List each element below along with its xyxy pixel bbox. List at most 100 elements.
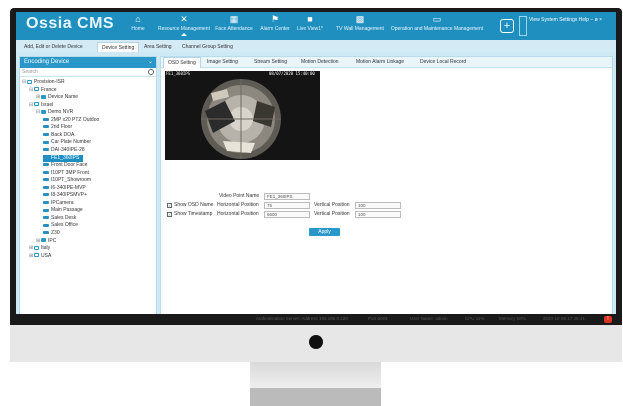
tree-node[interactable]: I10PT_Showroom <box>43 177 91 184</box>
camera-icon <box>43 170 49 174</box>
tree-node-label: FE1_360IPS <box>51 154 80 161</box>
tree-node-label: I10PT_Showroom <box>51 177 92 184</box>
subtab-motion-alarm-linkage[interactable]: Motion Alarm Linkage <box>352 57 408 68</box>
nav-resource-management[interactable]: ✕ Resource Management <box>156 15 212 36</box>
tree-node-label: IPC <box>48 237 57 244</box>
osd-horizontal-field[interactable]: 75 <box>264 202 310 209</box>
tree-node-label: Demo NVR <box>48 109 74 116</box>
search-icon[interactable] <box>148 69 154 75</box>
tree-node[interactable]: ⊟ Provision-ISR <box>22 79 65 86</box>
top-separator <box>519 16 527 36</box>
panel-header: Encoding Device ⌄ <box>20 57 156 68</box>
tree-node-label: DAI-340IPE-28 <box>51 146 85 153</box>
subtab-image-setting[interactable]: Image Setting <box>203 57 242 68</box>
tree-node[interactable]: Z30 <box>43 230 60 237</box>
tree-node[interactable]: I6-340IPE-MVP <box>43 185 86 192</box>
nav-face-attendance[interactable]: ▦ Face Attendance <box>213 15 255 33</box>
tree-node[interactable]: ⊟ France <box>29 87 57 94</box>
app-screen: Ossia CMS ⌂ Home ✕ Resource Management ▦… <box>16 12 616 325</box>
add-view-button[interactable]: + <box>500 19 514 33</box>
tree-node[interactable]: 2nd Floor <box>43 124 72 131</box>
subtab-stream-setting[interactable]: Stream Setting <box>250 57 291 68</box>
tab-device-setting[interactable]: Device Setting <box>97 42 140 52</box>
camera-icon <box>43 155 49 159</box>
tab-channel-group-setting[interactable]: Channel Group Setting <box>178 42 237 52</box>
tab-area-setting[interactable]: Area Setting <box>140 42 176 52</box>
tree-node[interactable]: ⊞ Device Name <box>36 94 78 101</box>
tree-node[interactable]: Sales Desk <box>43 215 76 222</box>
show-timestamp-checkbox[interactable]: ✓ <box>167 212 172 217</box>
subtab-device-local-record[interactable]: Device Local Record <box>416 57 470 68</box>
status-cpu: CPU 11% <box>465 316 485 321</box>
tree-node-label: 2nd Floor <box>51 124 73 131</box>
tree-node[interactable]: I10PT 3MP Front <box>43 170 89 177</box>
tree-node[interactable]: ⊟ Demo NVR <box>36 109 73 116</box>
grid-icon: ▩ <box>355 14 365 24</box>
monitor-stand <box>250 362 381 390</box>
alarm-notification-icon[interactable]: ! <box>604 316 612 323</box>
chevron-down-icon[interactable]: ⌄ <box>148 57 153 68</box>
tree-node-label: Israel <box>41 101 54 108</box>
camera-icon <box>43 133 49 137</box>
tree-node-label: Sales Desk <box>51 214 77 221</box>
nvr-icon <box>41 238 46 243</box>
nav-live-view[interactable]: ■ Live View1* <box>295 14 325 33</box>
camera-icon <box>43 208 49 212</box>
system-menu[interactable]: View System Settings Help − ø × <box>529 17 602 23</box>
camera-icon <box>43 125 49 129</box>
tab-add-edit-delete-device[interactable]: Add, Edit or Delete Device <box>20 42 87 52</box>
search-placeholder: Search <box>22 69 38 75</box>
apply-button[interactable]: Apply <box>309 228 340 236</box>
tree-node[interactable]: Main Passage <box>43 207 83 214</box>
osd-vertical-label: Vertical Position <box>314 202 350 208</box>
video-point-name-field[interactable]: FE1_360IPS <box>264 193 310 200</box>
tree-node[interactable]: DAI-340IPE-28 <box>43 147 85 154</box>
nav-tv-wall[interactable]: ▩ TV Wall Management <box>334 14 386 33</box>
tree-node-label: Back DOA <box>51 131 75 138</box>
nav-alarm-center[interactable]: ⚑ Alarm Center <box>257 14 293 33</box>
fisheye-video-preview[interactable]: FE1_360IPS 08/07/2020 15:40:00 <box>165 71 320 160</box>
tree-node[interactable]: ⊞ IPC <box>36 238 56 245</box>
nav-live-view-label: Live View1* <box>296 26 324 32</box>
nav-operation-maintenance-label: Operation and Maintenance Management <box>390 26 484 32</box>
camera-icon: ■ <box>307 14 313 24</box>
show-osd-name-checkbox[interactable]: ✓ <box>167 203 172 208</box>
camera-icon <box>43 163 49 167</box>
video-point-name-label: Video Point Name <box>219 193 260 199</box>
nav-operation-maintenance[interactable]: ▭ Operation and Maintenance Management <box>388 14 486 33</box>
tree-node[interactable]: 2MP x20 PTZ Outdoo <box>43 117 99 124</box>
subtab-motion-detection[interactable]: Motion Detection <box>297 57 343 68</box>
tree-node[interactable]: ⊞ Italy <box>29 245 50 252</box>
subtab-osd-setting[interactable]: OSD Setting <box>163 57 201 68</box>
nvr-icon <box>41 94 46 99</box>
nvr-icon <box>41 109 46 114</box>
tree-node[interactable]: FE1_360IPS <box>43 154 84 162</box>
tree-node[interactable]: Front Door Face <box>43 162 87 169</box>
tree-node-label: I10PT 3MP Front <box>51 169 89 176</box>
timestamp-vertical-field[interactable]: 100 <box>355 211 401 218</box>
status-memory: Memory 50% <box>499 316 526 321</box>
timestamp-horizontal-field[interactable]: 6600 <box>264 211 310 218</box>
status-user: User Name: admin <box>410 316 448 321</box>
tree-node[interactable]: Back DOA <box>43 132 74 139</box>
area-icon <box>34 87 39 92</box>
osd-vertical-field[interactable]: 100 <box>355 202 401 209</box>
tree-node[interactable]: ⊟ Israel <box>29 102 53 109</box>
tree-node[interactable]: ⊞ USA <box>29 253 51 260</box>
tree-node[interactable]: I8-340IPSMVP+ <box>43 192 87 199</box>
nav-home-label: Home <box>131 26 145 32</box>
search-input[interactable]: Search <box>20 68 156 77</box>
webcam-dot <box>309 335 323 349</box>
tree-node-label: Front Door Face <box>51 162 88 169</box>
alarm-icon: ⚑ <box>270 14 280 24</box>
fisheye-image <box>165 71 320 160</box>
nav-home[interactable]: ⌂ Home <box>126 15 150 33</box>
show-osd-name-label: Show OSD Name <box>174 202 214 208</box>
nav-alarm-center-label: Alarm Center <box>260 26 290 32</box>
tree-node[interactable]: Car Plate Number <box>43 139 91 146</box>
tree-node[interactable]: Sales Office <box>43 222 78 229</box>
main-tabs: Add, Edit or Delete Device Device Settin… <box>16 40 616 52</box>
tree-node[interactable]: IPCamera <box>43 200 74 207</box>
monitor-icon: ▭ <box>432 14 442 24</box>
tree-node-label: IPCamera <box>51 199 74 206</box>
